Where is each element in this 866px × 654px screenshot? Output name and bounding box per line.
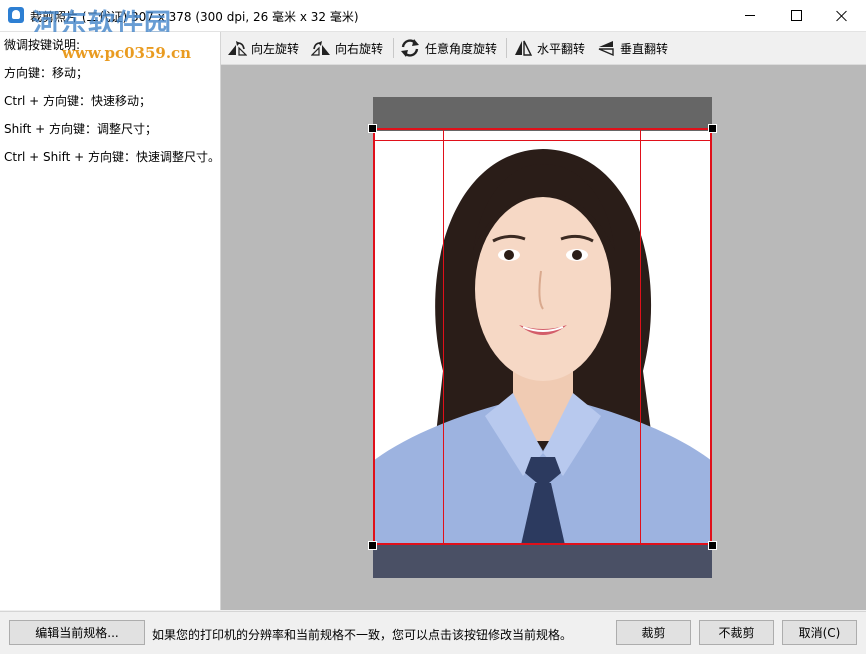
help-line-fast-resize: Ctrl + Shift + 方向键：快速调整尺寸。	[4, 150, 220, 164]
toolbar-separator	[393, 38, 394, 58]
crop-canvas[interactable]	[221, 65, 866, 610]
help-line-move: 方向键：移动；	[4, 66, 89, 80]
flip-vertical-label: 垂直翻转	[620, 41, 669, 56]
toolbar: 向左旋转 向右旋转 任意角度旋转 水平翻转 垂直翻转	[221, 32, 866, 65]
rotate-left-label: 向左旋转	[251, 41, 300, 56]
rotate-right-label: 向右旋转	[335, 41, 384, 56]
maximize-icon	[790, 10, 802, 21]
close-button[interactable]	[819, 0, 865, 31]
rotate-left-icon	[228, 41, 247, 56]
photo-bottom-band	[373, 545, 712, 578]
flip-horizontal-button[interactable]: 水平翻转	[513, 36, 585, 60]
help-line-resize: Shift + 方向键：调整尺寸；	[4, 122, 157, 136]
flip-vertical-icon	[598, 41, 614, 57]
crop-rectangle[interactable]	[373, 128, 712, 545]
flip-horizontal-icon	[515, 40, 533, 56]
rotate-right-button[interactable]: 向右旋转	[311, 36, 383, 60]
close-icon	[836, 10, 848, 22]
rotate-any-angle-label: 任意角度旋转	[425, 41, 498, 56]
crop-guide-horizontal	[373, 140, 712, 141]
rotate-left-button[interactable]: 向左旋转	[227, 36, 299, 60]
keyboard-help-panel: 微调按键说明: 方向键：移动； Ctrl + 方向键：快速移动； Shift +…	[0, 32, 221, 610]
minimize-button[interactable]	[727, 0, 773, 31]
crop-handle-bottom-right[interactable]	[708, 541, 717, 550]
maximize-button[interactable]	[773, 0, 819, 31]
crop-guide-left	[443, 128, 444, 545]
cancel-button[interactable]: 取消(C)	[782, 620, 857, 645]
app-icon	[8, 7, 24, 23]
bottom-bar: 编辑当前规格... 如果您的打印机的分辨率和当前规格不一致，您可以点击该按钮修改…	[0, 611, 866, 654]
edit-spec-button[interactable]: 编辑当前规格...	[9, 620, 145, 645]
rotate-right-icon	[311, 41, 330, 56]
crop-handle-bottom-left[interactable]	[368, 541, 377, 550]
flip-horizontal-label: 水平翻转	[537, 41, 586, 56]
watermark-url: www.pc0359.cn	[62, 44, 192, 62]
crop-handle-top-right[interactable]	[708, 124, 717, 133]
title-bar: 裁剪照片 (二代证) 307 x 378 (300 dpi, 26 毫米 x 3…	[0, 0, 866, 40]
photo-top-band	[373, 97, 712, 131]
crop-handle-top-left[interactable]	[368, 124, 377, 133]
minimize-icon	[745, 15, 755, 16]
crop-guide-right	[640, 128, 641, 545]
rotate-any-angle-button[interactable]: 任意角度旋转	[399, 36, 497, 60]
spec-hint-text: 如果您的打印机的分辨率和当前规格不一致，您可以点击该按钮修改当前规格。	[152, 628, 573, 642]
no-crop-button[interactable]: 不裁剪	[699, 620, 774, 645]
rotate-any-angle-icon	[401, 39, 419, 57]
toolbar-separator	[506, 38, 507, 58]
help-line-fast-move: Ctrl + 方向键：快速移动；	[4, 94, 152, 108]
crop-button[interactable]: 裁剪	[616, 620, 691, 645]
flip-vertical-button[interactable]: 垂直翻转	[596, 36, 668, 60]
